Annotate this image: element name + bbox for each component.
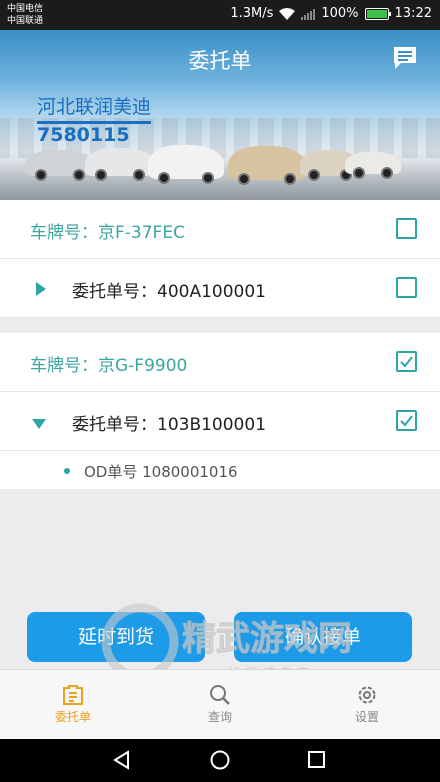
battery-percent: 100% — [321, 6, 359, 21]
plate-checkbox[interactable] — [396, 218, 417, 239]
order-checkbox[interactable] — [396, 277, 417, 298]
document-icon — [63, 685, 83, 705]
message-button[interactable] — [392, 46, 418, 70]
od-label: OD单号 1080001016 — [84, 463, 238, 481]
delay-delivery-button[interactable]: 延时到货 — [27, 612, 205, 662]
order-group-1: 车牌号：京F-37FEC 委托单号：400A100001 — [0, 200, 440, 318]
tab-settings[interactable]: 设置 — [294, 670, 440, 726]
system-nav-bar — [0, 739, 440, 782]
carrier-1: 中国电信 — [7, 4, 44, 14]
home-icon[interactable] — [209, 750, 231, 772]
plate-row[interactable]: 车牌号：京G-F9900 — [0, 333, 440, 392]
checkmark-icon — [400, 356, 413, 368]
confirm-order-button[interactable]: 确认接单 — [234, 612, 412, 662]
tab-label: 设置 — [354, 710, 379, 724]
od-item: OD单号 1080001016 — [0, 451, 440, 489]
order-group-2: 车牌号：京G-F9900 委托单号：103B100001 OD单号 108000… — [0, 333, 440, 489]
tab-label: 查询 — [207, 710, 232, 724]
tab-query[interactable]: 查询 — [147, 670, 293, 726]
checkmark-icon — [400, 415, 413, 427]
gear-icon — [358, 686, 376, 704]
order-row[interactable]: 委托单号：400A100001 — [0, 259, 440, 318]
collapse-arrow-icon[interactable] — [32, 419, 46, 429]
bottom-tab-bar: 委托单 查询 设置 — [0, 669, 440, 739]
header-banner: 委托单 河北联润美迪 7580115 — [0, 30, 440, 200]
plate-checkbox[interactable] — [396, 351, 417, 372]
carrier-2: 中国联通 — [7, 16, 44, 26]
plate-label: 车牌号：京G-F9900 — [30, 356, 188, 376]
wifi-icon — [279, 7, 296, 20]
signal-icon — [301, 8, 316, 20]
network-speed: 1.3M/s — [230, 6, 274, 21]
expand-arrow-icon[interactable] — [36, 282, 46, 296]
carrier-info: 中国电信 中国联通 — [7, 3, 43, 27]
order-label: 委托单号：400A100001 — [72, 282, 266, 302]
battery-icon — [364, 7, 391, 20]
clock: 13:22 — [394, 6, 432, 21]
company-code: 7580115 — [37, 124, 130, 146]
search-icon — [210, 685, 230, 705]
plate-row[interactable]: 车牌号：京F-37FEC — [0, 200, 440, 259]
message-icon — [394, 47, 416, 69]
tab-label: 委托单 — [54, 710, 91, 724]
order-checkbox[interactable] — [396, 410, 417, 431]
page-title: 委托单 — [188, 49, 252, 73]
bullet-icon — [64, 468, 70, 474]
order-row[interactable]: 委托单号：103B100001 — [0, 392, 440, 451]
recent-apps-icon[interactable] — [307, 750, 327, 770]
back-icon[interactable] — [112, 750, 132, 770]
order-label: 委托单号：103B100001 — [72, 415, 267, 435]
status-bar: 中国电信 中国联通 1.3M/s 100% 13:22 — [0, 0, 440, 30]
tab-orders[interactable]: 委托单 — [0, 670, 146, 726]
plate-label: 车牌号：京F-37FEC — [30, 223, 185, 243]
company-name: 河北联润美迪 — [37, 92, 152, 124]
